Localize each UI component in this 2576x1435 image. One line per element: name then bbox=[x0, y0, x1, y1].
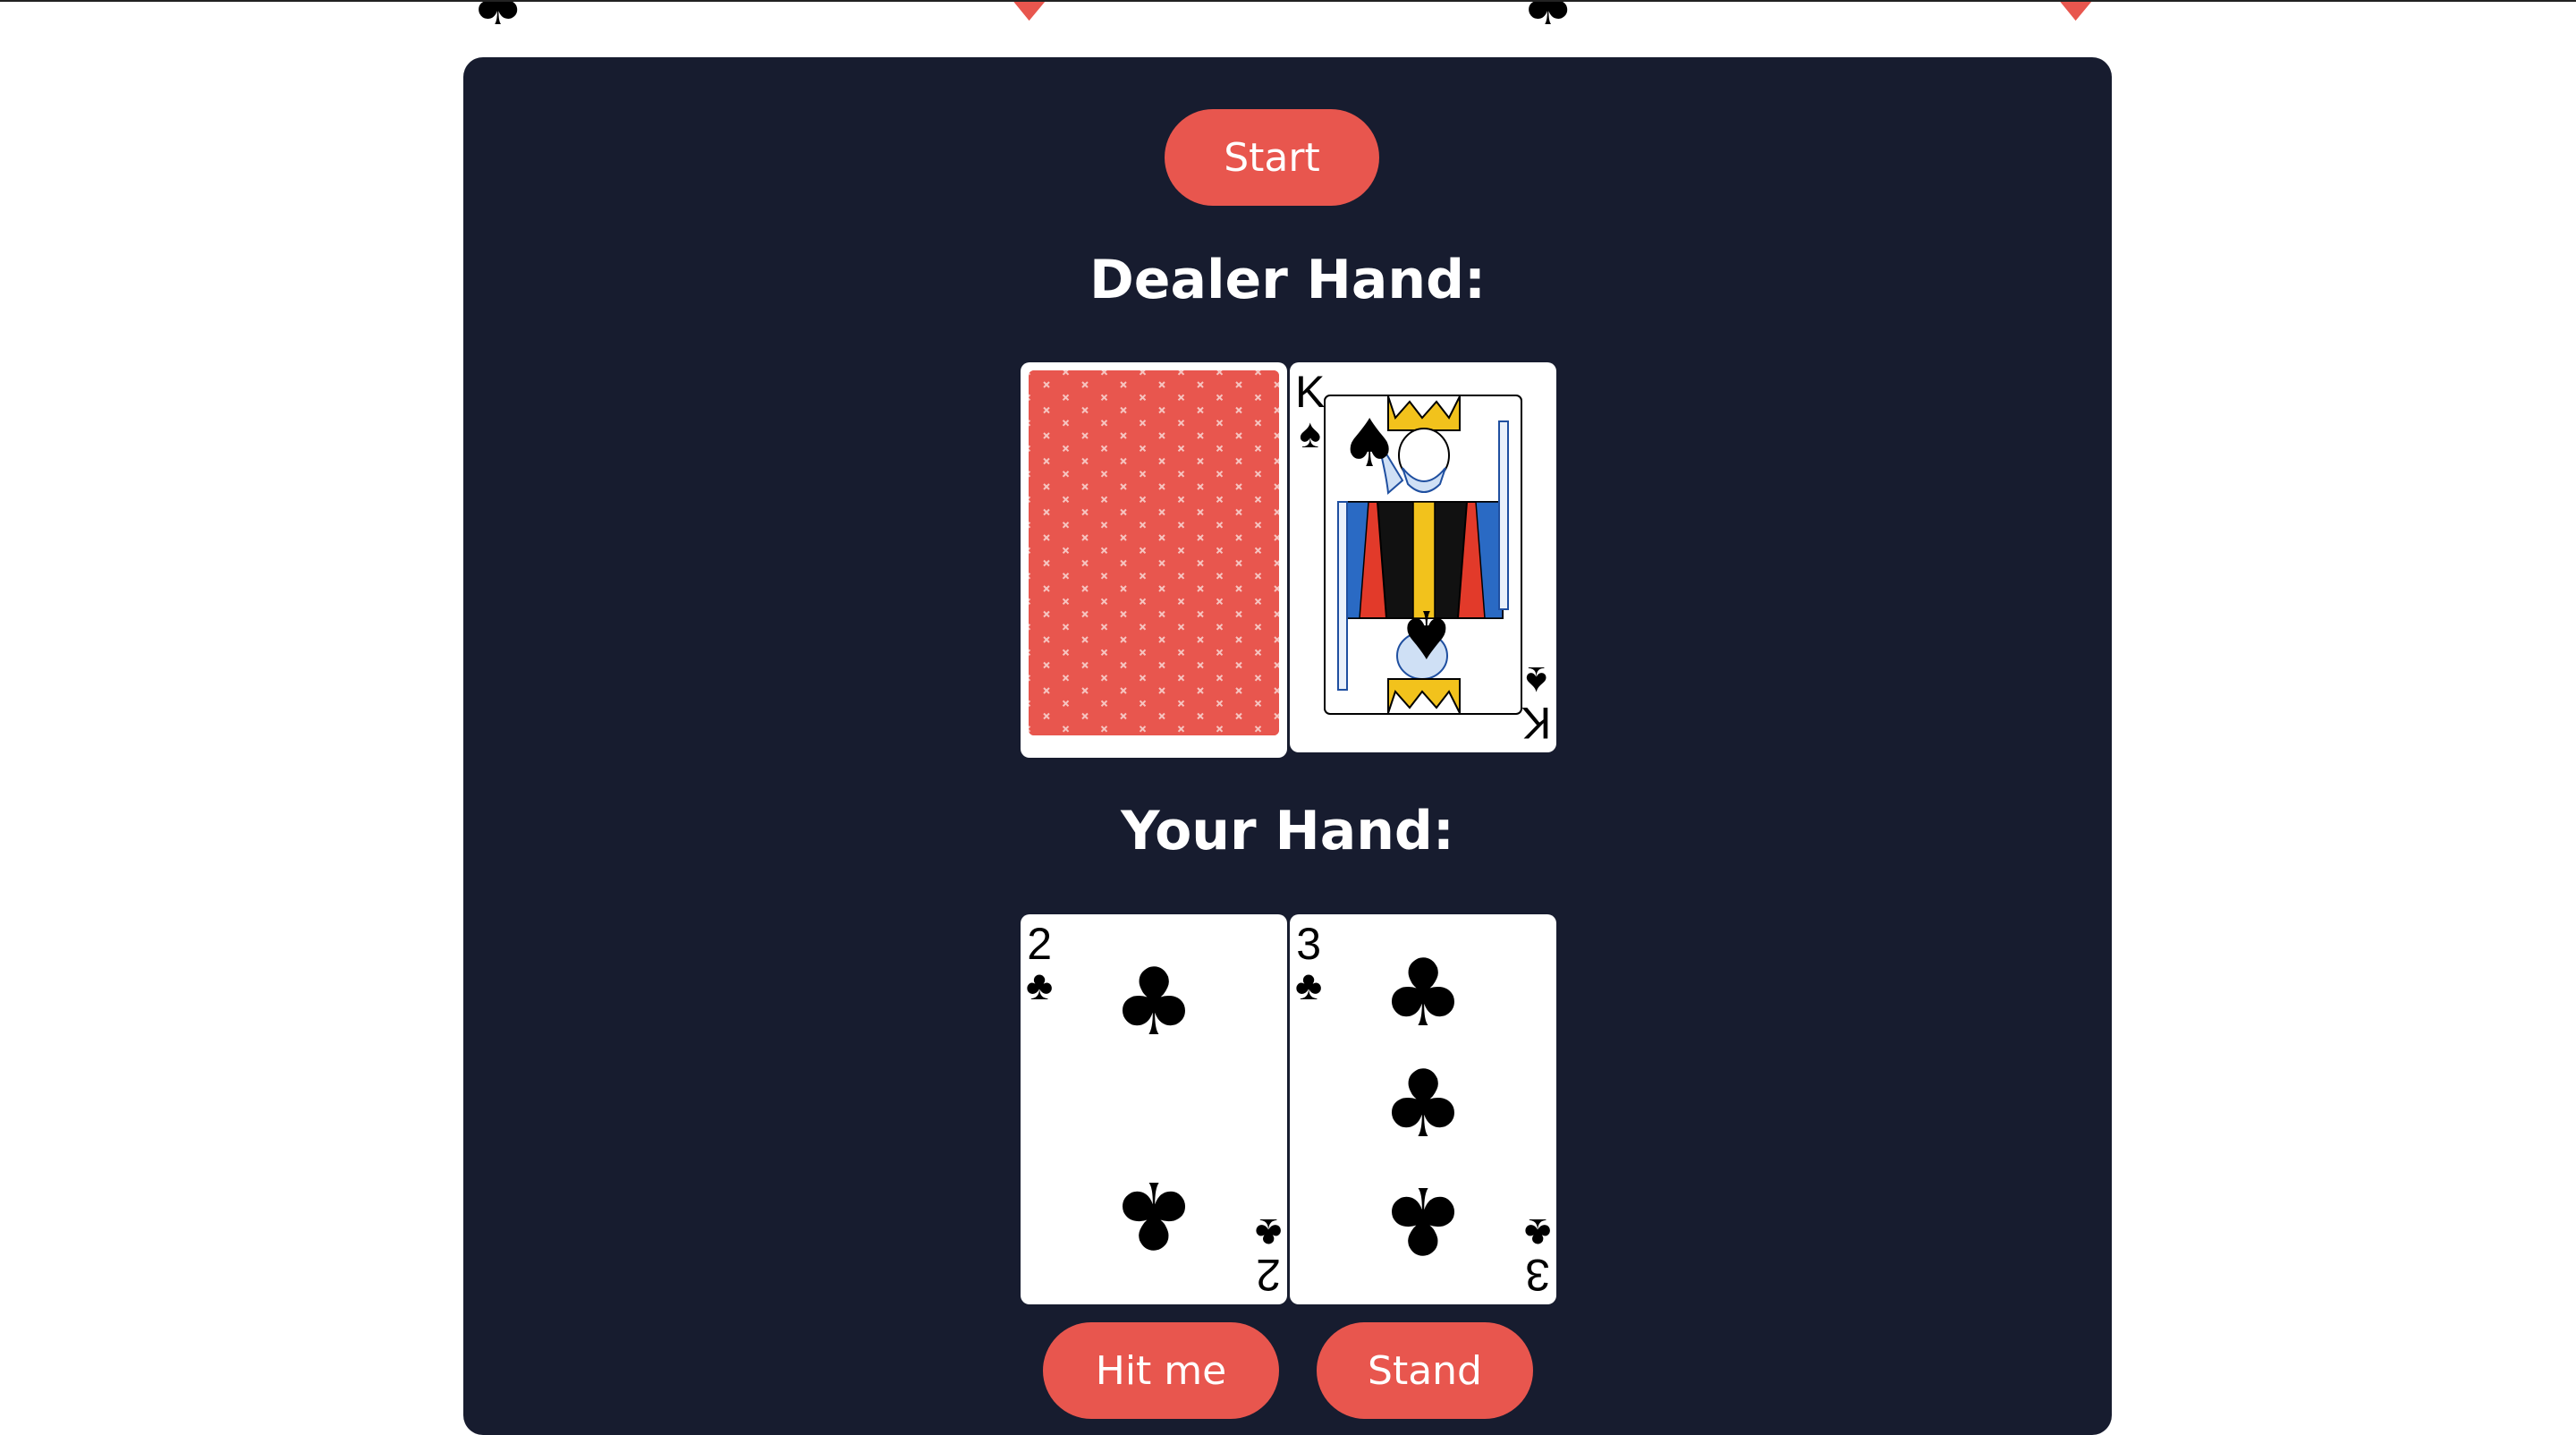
svg-text:♠: ♠ bbox=[1340, 405, 1399, 482]
svg-text:♠: ♠ bbox=[1397, 595, 1456, 672]
club-pip-icon: ♣ bbox=[1381, 1049, 1465, 1159]
player-hand-title: Your Hand: bbox=[1121, 800, 1454, 862]
club-pip-icon: ♣ bbox=[1112, 1160, 1196, 1269]
hit-me-button[interactable]: Hit me bbox=[1043, 1322, 1279, 1419]
card-corner-bottom: 3 ♣ bbox=[1523, 1210, 1551, 1300]
card-two-clubs: 2 ♣ ♣ ♣ 2 ♣ bbox=[1021, 914, 1287, 1304]
card-back-pattern-icon bbox=[1029, 370, 1279, 735]
club-icon: ♣ bbox=[1522, 0, 1574, 38]
game-table: Start Dealer Hand: K ♠ ♠ ♠ K ♠ Your Hand… bbox=[463, 57, 2112, 1435]
card-corner-bottom: 2 ♣ bbox=[1254, 1210, 1282, 1300]
card-corner-top: K ♠ bbox=[1295, 367, 1326, 456]
card-corner-bottom: K ♠ bbox=[1521, 658, 1551, 748]
start-button[interactable]: Start bbox=[1165, 109, 1379, 206]
heart-icon: ♥ bbox=[2050, 0, 2102, 35]
card-king-spades: K ♠ ♠ ♠ K ♠ bbox=[1290, 362, 1556, 752]
card-corner-top: 3 ♣ bbox=[1295, 919, 1323, 1008]
card-corner-top: 2 ♣ bbox=[1026, 919, 1054, 1008]
card-back bbox=[1021, 362, 1287, 758]
club-icon: ♣ bbox=[472, 0, 524, 38]
king-face-art-icon: ♠ ♠ bbox=[1324, 395, 1522, 715]
club-pip-icon: ♣ bbox=[1381, 1166, 1465, 1275]
card-three-clubs: 3 ♣ ♣ ♣ ♣ 3 ♣ bbox=[1290, 914, 1556, 1304]
club-pip-icon: ♣ bbox=[1112, 947, 1196, 1057]
top-suit-strip: ♣ ♥ ♣ ♥ bbox=[0, 0, 2576, 59]
card-back-pattern bbox=[1029, 370, 1279, 735]
stand-button[interactable]: Stand bbox=[1317, 1322, 1533, 1419]
dealer-hand-title: Dealer Hand: bbox=[1089, 249, 1487, 311]
club-pip-icon: ♣ bbox=[1381, 938, 1465, 1048]
heart-icon: ♥ bbox=[1004, 0, 1055, 35]
